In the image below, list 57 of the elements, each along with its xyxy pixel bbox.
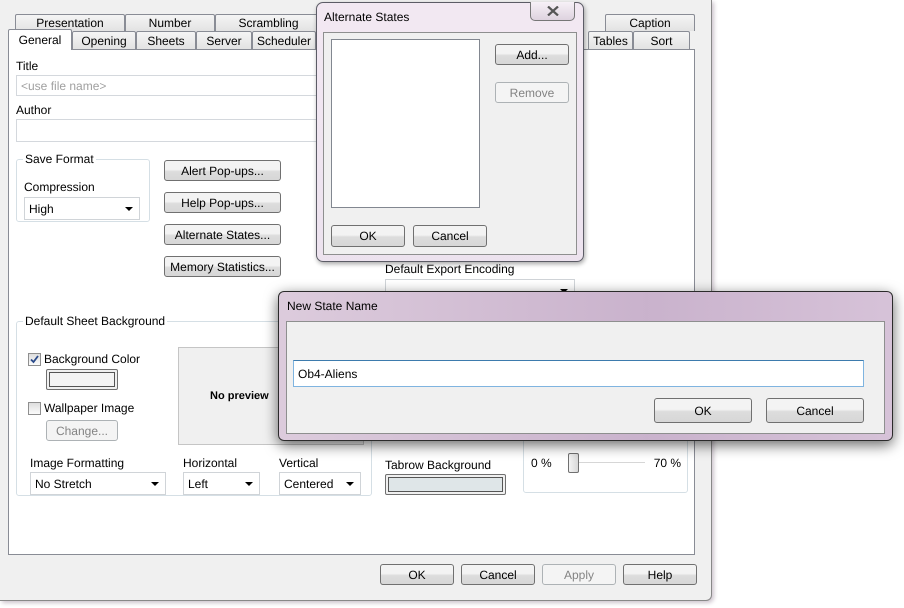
field-label: Vertical [279, 456, 320, 470]
dialog-button[interactable]: OK [331, 225, 405, 247]
dialog-button[interactable]: OK [654, 398, 752, 423]
group-legend: Save Format [23, 152, 96, 166]
caret-icon [245, 482, 253, 486]
window-title: New State Name [286, 298, 379, 315]
checkbox[interactable] [28, 352, 41, 366]
close-icon [546, 6, 558, 16]
field-label: Image Formatting [30, 456, 126, 470]
dialog-button[interactable]: Help [623, 564, 697, 585]
tab[interactable]: Caption [605, 14, 695, 31]
tab[interactable]: Presentation [15, 14, 125, 31]
dialog-button[interactable]: Help Pop-ups... [164, 192, 281, 213]
field-label: Tabrow Background [385, 458, 492, 472]
dialog-button[interactable]: Cancel [413, 225, 487, 247]
color-swatch-button[interactable] [46, 369, 118, 390]
tab[interactable]: Sort [633, 31, 690, 49]
tab[interactable]: Sheets [136, 31, 196, 49]
caret-icon [125, 206, 133, 210]
dropdown[interactable]: No Stretch [30, 472, 166, 495]
checkbox-label: Background Color [44, 352, 140, 366]
tab[interactable]: Opening [72, 31, 136, 49]
group-legend: Default Sheet Background [23, 314, 168, 328]
slider-max-label: 70 % [654, 456, 682, 470]
dialog-button[interactable]: Alternate States... [164, 224, 281, 245]
window-title: Alternate States [323, 9, 410, 26]
list-box[interactable] [331, 39, 480, 208]
checkbox[interactable] [28, 402, 41, 414]
checkbox-label: Wallpaper Image [44, 401, 134, 415]
dialog-button[interactable]: Memory Statistics... [164, 256, 281, 277]
close-button[interactable] [530, 2, 575, 21]
dialog-button[interactable]: Add... [495, 44, 569, 65]
dropdown[interactable]: Left [183, 472, 260, 495]
slider-min-label: 0 % [531, 456, 552, 470]
preview-text: No preview [210, 389, 269, 403]
color-swatch-button[interactable] [385, 474, 506, 495]
caret-icon [151, 482, 159, 486]
name-field[interactable]: Ob4-Aliens [293, 360, 864, 387]
field-label: Horizontal [183, 456, 238, 470]
dropdown[interactable]: Centered [279, 472, 361, 495]
dialog-button[interactable]: OK [380, 564, 454, 585]
field-label: Default Export Encoding [385, 262, 516, 276]
tab[interactable]: Number [125, 14, 215, 31]
field-label: Compression [24, 180, 96, 194]
dialog-button[interactable]: Cancel [461, 564, 535, 585]
slider-track[interactable] [568, 453, 645, 473]
tab[interactable]: Server [196, 31, 252, 49]
field-label: Author [16, 103, 52, 117]
dialog-button[interactable]: Alert Pop-ups... [164, 160, 281, 181]
dialog-button[interactable]: Cancel [766, 398, 864, 423]
field-label: Title [16, 59, 40, 73]
tab[interactable]: Tables [588, 31, 633, 49]
caret-icon [346, 482, 354, 486]
slider-thumb[interactable] [568, 453, 579, 473]
tab[interactable]: Scheduler [252, 31, 316, 49]
compression-select[interactable]: High [24, 197, 140, 220]
tab[interactable]: General [8, 29, 72, 50]
